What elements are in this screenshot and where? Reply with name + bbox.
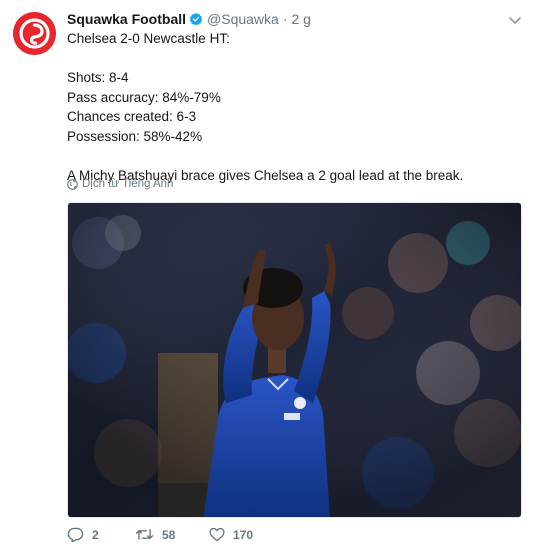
- like-count: 170: [233, 527, 254, 542]
- author-handle[interactable]: @Squawka: [207, 11, 279, 27]
- tweet-line: Shots: 8-4: [67, 70, 129, 85]
- tweet-line: Pass accuracy: 84%-79%: [67, 89, 221, 105]
- tweet-line: Possession: 58%-42%: [67, 128, 203, 144]
- tweet-line-blank: [67, 49, 517, 69]
- translate-link[interactable]: Dịch từ Tiếng Anh: [67, 178, 173, 190]
- separator-dot: ·: [282, 11, 288, 27]
- like-button[interactable]: 170: [209, 527, 289, 542]
- retweet-button[interactable]: 58: [135, 528, 209, 542]
- verified-badge-icon: [189, 12, 203, 26]
- tweet-photo[interactable]: [67, 202, 522, 518]
- retweet-count: 58: [162, 527, 176, 542]
- chevron-down-icon[interactable]: [507, 12, 523, 28]
- like-icon: [209, 527, 225, 542]
- tweet-text: Chelsea 2-0 Newcastle HT: Shots: 8-4 Pas…: [67, 29, 517, 185]
- tweet-actions: 2 58 170: [67, 527, 289, 542]
- globe-icon: [67, 178, 78, 190]
- tweet-header: Squawka Football @Squawka · 2 g: [67, 9, 311, 29]
- player-celebration-photo: [68, 203, 521, 517]
- tweet-timestamp[interactable]: 2 g: [292, 11, 311, 27]
- reply-count: 2: [92, 527, 99, 542]
- translate-label: Dịch từ Tiếng Anh: [82, 178, 174, 190]
- author-name[interactable]: Squawka Football: [67, 11, 186, 27]
- avatar[interactable]: [13, 12, 56, 55]
- tweet-line: Chances created: 6-3: [67, 109, 197, 124]
- reply-button[interactable]: 2: [67, 527, 135, 542]
- squawka-logo-icon: [13, 12, 56, 55]
- tweet-line-blank: [67, 146, 517, 166]
- reply-icon: [67, 527, 84, 542]
- tweet-line: Chelsea 2-0 Newcastle HT:: [67, 31, 230, 46]
- retweet-icon: [135, 529, 154, 540]
